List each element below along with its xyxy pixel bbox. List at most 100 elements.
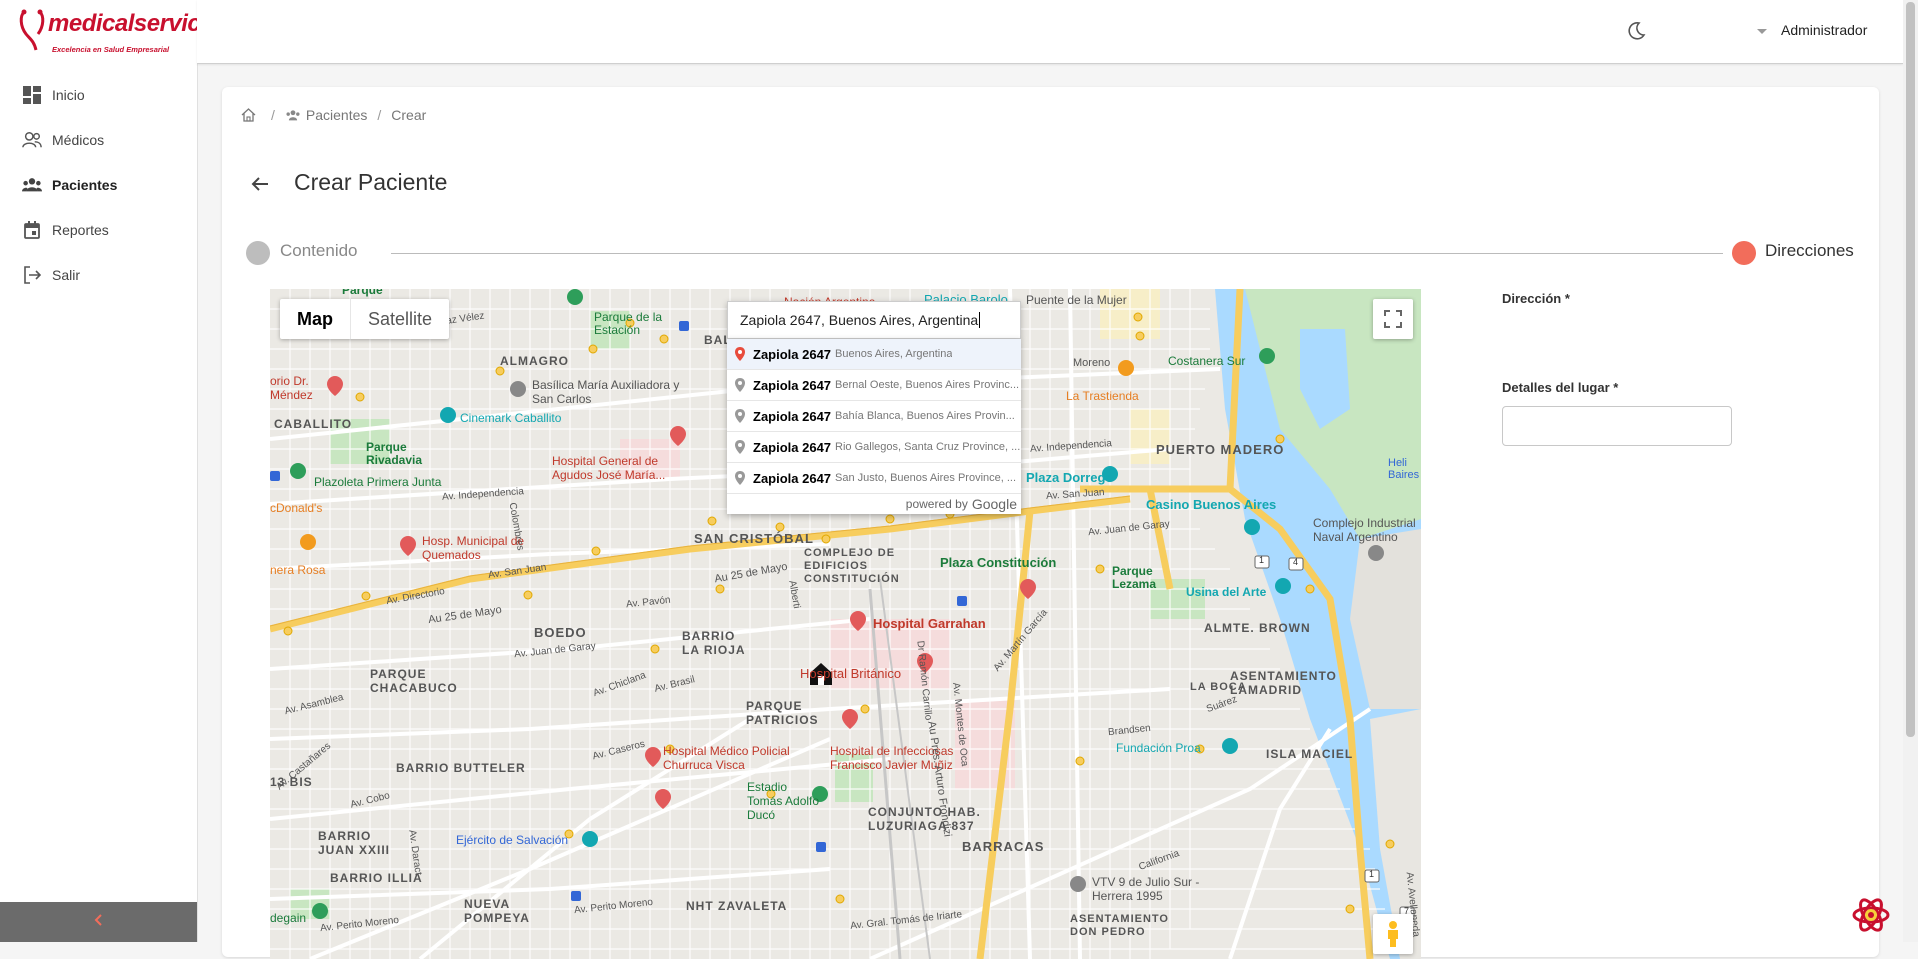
autocomplete-item[interactable]: Zapiola 2647 San Justo, Buenos Aires Pro… bbox=[727, 462, 1021, 493]
map-label-parque-patricios: PARQUE PATRICIOS bbox=[746, 699, 819, 728]
theme-toggle-button[interactable] bbox=[1625, 20, 1647, 42]
topbar: Administrador bbox=[197, 0, 1903, 64]
patients-icon bbox=[286, 109, 300, 120]
map-label-plaza-constitucion: Plaza Constitución bbox=[940, 555, 1057, 570]
back-button[interactable] bbox=[248, 172, 272, 196]
map-label-vtv: VTV 9 de Julio Sur - Herrera 1995 bbox=[1092, 875, 1200, 903]
chevron-left-icon bbox=[94, 913, 104, 931]
location-pin-icon bbox=[733, 440, 747, 454]
autocomplete-item[interactable]: Zapiola 2647 Bernal Oeste, Buenos Aires … bbox=[727, 369, 1021, 400]
sidebar-item-label: Inicio bbox=[52, 86, 85, 103]
map-label-casino: Casino Buenos Aires bbox=[1146, 497, 1277, 512]
map-type-map-button[interactable]: Map bbox=[280, 299, 351, 339]
map-label-plazoleta: Plazoleta Primera Junta bbox=[314, 475, 442, 489]
google-logo: Google bbox=[971, 496, 1017, 512]
user-name: Administrador bbox=[1781, 22, 1868, 38]
step-contenido-label[interactable]: Contenido bbox=[280, 241, 358, 261]
autocomplete-dropdown: Zapiola 2647 Buenos Aires, Argentina Zap… bbox=[727, 339, 1021, 514]
google-map[interactable]: ALMAGRO CABALLITO Parque Rivadavia Plazo… bbox=[270, 289, 1421, 959]
react-devtools-icon[interactable] bbox=[1850, 894, 1892, 936]
breadcrumb: / Pacientes / Crear bbox=[241, 107, 426, 123]
autocomplete-item[interactable]: Zapiola 2647 Bahía Blanca, Buenos Aires … bbox=[727, 400, 1021, 431]
breadcrumb-pacientes[interactable]: Pacientes bbox=[285, 107, 367, 123]
arrow-left-icon bbox=[251, 177, 268, 191]
map-label-almte-brown: ALMTE. BROWN bbox=[1204, 621, 1311, 635]
map-label-la-trastienda: La Trastienda bbox=[1066, 389, 1139, 403]
scrollbar-thumb[interactable] bbox=[1906, 2, 1915, 737]
map-label-parque-top: Parque bbox=[342, 289, 383, 297]
autocomplete-item-main: Zapiola 2647 bbox=[753, 470, 832, 486]
location-pin-icon bbox=[733, 347, 747, 361]
moon-icon bbox=[1628, 22, 1646, 40]
map-type-satellite-button[interactable]: Satellite bbox=[351, 299, 449, 339]
map-label-almagro: ALMAGRO bbox=[500, 354, 569, 368]
calendar-icon bbox=[22, 220, 42, 240]
logout-icon bbox=[22, 265, 42, 285]
breadcrumb-home[interactable] bbox=[241, 108, 261, 122]
map-label-isla-maciel: ISLA MACIEL bbox=[1266, 747, 1354, 761]
sidebar-item-pacientes[interactable]: Pacientes bbox=[0, 162, 197, 207]
map-label-puerto-madero: PUERTO MADERO bbox=[1156, 442, 1285, 457]
autocomplete-item-main: Zapiola 2647 bbox=[753, 377, 832, 393]
autocomplete-item-secondary: Rio Gallegos, Santa Cruz Province, ... bbox=[835, 441, 1021, 453]
autocomplete-item-main: Zapiola 2647 bbox=[753, 408, 832, 424]
pegman-icon bbox=[1388, 921, 1398, 947]
map-label-complejo-naval: Complejo Industrial Naval Argentino bbox=[1313, 516, 1416, 544]
map-label-la-boca: LA BOCA bbox=[1190, 681, 1247, 693]
direccion-label: Dirección * bbox=[1502, 291, 1570, 306]
user-menu[interactable]: Administrador bbox=[1757, 22, 1867, 38]
map-label-barracas: BARRACAS bbox=[962, 839, 1045, 854]
fullscreen-button[interactable] bbox=[1373, 299, 1413, 339]
autocomplete-item-secondary: Buenos Aires, Argentina bbox=[835, 348, 953, 360]
vertical-scrollbar[interactable] bbox=[1903, 0, 1918, 942]
sidebar-item-label: Médicos bbox=[52, 131, 105, 148]
map-label-barrio-juan: BARRIO JUAN XXIII bbox=[318, 829, 391, 858]
home-icon bbox=[241, 108, 256, 122]
map-label-estadio: Estadio Tomás Adolfo Ducó bbox=[747, 780, 820, 822]
step-connector bbox=[391, 253, 1723, 254]
map-label-parque-rivadavia: Parque Rivadavia bbox=[366, 440, 423, 468]
page-title: Crear Paciente bbox=[294, 169, 448, 195]
map-route-4: 4 bbox=[1293, 557, 1299, 567]
map-label-costanera: Costanera Sur bbox=[1168, 354, 1246, 368]
map-label-san-cristobal: SAN CRISTÓBAL bbox=[694, 531, 814, 546]
main-card: / Pacientes / Crear Crear Paciente Conte… bbox=[222, 87, 1879, 959]
breadcrumb-pacientes-label: Pacientes bbox=[305, 107, 368, 123]
location-pin-icon bbox=[733, 378, 747, 392]
autocomplete-item[interactable]: Zapiola 2647 Rio Gallegos, Santa Cruz Pr… bbox=[727, 431, 1021, 462]
map-label-fundacion-proa: Fundación Proa bbox=[1116, 741, 1201, 755]
step-direcciones-dot[interactable] bbox=[1732, 241, 1756, 265]
stethoscope-icon bbox=[19, 9, 45, 51]
map-label-parque-lezama: Parque Lezama bbox=[1112, 564, 1157, 592]
brand-tagline: Excelencia en Salud Empresarial bbox=[52, 45, 170, 54]
map-search-input[interactable]: Zapiola 2647, Buenos Aires, Argentina bbox=[727, 301, 1021, 339]
detalles-input[interactable] bbox=[1502, 406, 1732, 446]
sidebar-item-salir[interactable]: Salir bbox=[0, 252, 197, 297]
sidebar-item-label: Pacientes bbox=[52, 176, 118, 193]
street-view-pegman-button[interactable] bbox=[1373, 914, 1413, 954]
map-label-usina: Usina del Arte bbox=[1186, 585, 1267, 599]
brand-logo[interactable]: medicalservice Excelencia en Salud Empre… bbox=[18, 8, 214, 58]
powered-by-text: powered by bbox=[905, 497, 968, 511]
map-label-nueva-pompeya: NUEVA POMPEYA bbox=[464, 897, 530, 926]
brand-name: medicalservice bbox=[48, 10, 214, 37]
map-label-barrio-butteler: BARRIO BUTTELER bbox=[396, 761, 526, 775]
map-label-barrio-illia: BARRIO ILLIA bbox=[330, 871, 423, 885]
detalles-label: Detalles del lugar * bbox=[1502, 380, 1619, 395]
map-label-asentamiento-don-pedro: ASENTAMIENTO DON PEDRO bbox=[1070, 913, 1169, 939]
sidebar-item-reportes[interactable]: Reportes bbox=[0, 207, 197, 252]
autocomplete-item-secondary: San Justo, Buenos Aires Province, ... bbox=[835, 472, 1017, 484]
map-label-moreno: Moreno bbox=[1073, 357, 1111, 369]
map-route-1b: 1 bbox=[1369, 869, 1375, 879]
step-direcciones-label[interactable]: Direcciones bbox=[1765, 241, 1854, 261]
sidebar-item-inicio[interactable]: Inicio bbox=[0, 72, 197, 117]
autocomplete-item[interactable]: Zapiola 2647 Buenos Aires, Argentina bbox=[727, 339, 1021, 369]
location-pin-icon bbox=[733, 409, 747, 423]
map-label-mendez: orio Dr. Méndez bbox=[270, 374, 313, 402]
sidebar-collapse-button[interactable] bbox=[0, 902, 197, 942]
sidebar-item-medicos[interactable]: Médicos bbox=[0, 117, 197, 162]
autocomplete-item-main: Zapiola 2647 bbox=[753, 439, 832, 455]
doctors-icon bbox=[22, 130, 42, 150]
map-label-hosp-churruca: Hospital Médico Policial Churruca Visca bbox=[663, 744, 790, 772]
step-contenido-dot[interactable] bbox=[246, 241, 270, 265]
